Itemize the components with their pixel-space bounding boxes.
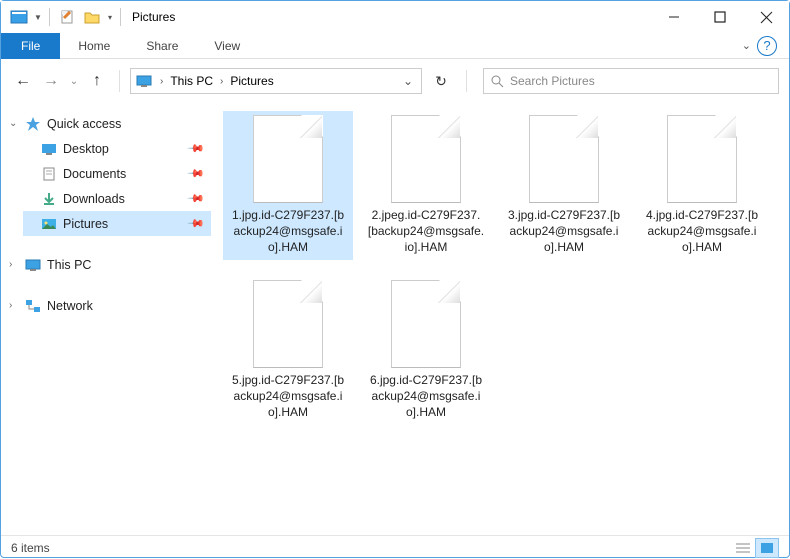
network-icon <box>25 298 41 314</box>
file-icon <box>529 115 599 203</box>
details-view-button[interactable] <box>731 538 755 558</box>
sidebar-item-label: Pictures <box>63 217 108 231</box>
file-item[interactable]: 2.jpeg.id-C279F237.[backup24@msgsafe.io]… <box>361 111 491 260</box>
navigation-pane: ⌄ Quick access Desktop 📌 Documents 📌 Dow… <box>1 105 215 535</box>
tab-home[interactable]: Home <box>60 33 128 59</box>
pin-icon: 📌 <box>187 164 206 183</box>
sidebar-item-desktop[interactable]: Desktop 📌 <box>23 136 211 161</box>
status-bar: 6 items <box>1 535 789 559</box>
tab-share[interactable]: Share <box>128 33 196 59</box>
breadcrumb-dropdown[interactable]: ⌄ <box>403 74 417 88</box>
file-icon <box>253 115 323 203</box>
ribbon: File Home Share View ⌄ ? <box>1 33 789 59</box>
file-label: 3.jpg.id-C279F237.[backup24@msgsafe.io].… <box>503 207 625 256</box>
file-item[interactable]: 1.jpg.id-C279F237.[backup24@msgsafe.io].… <box>223 111 353 260</box>
sidebar-item-label: This PC <box>47 258 91 272</box>
file-icon <box>253 280 323 368</box>
large-icons-view-button[interactable] <box>755 538 779 558</box>
address-bar-row: ← → ⌄ ↑ › This PC › Pictures ⌄ ↻ Search … <box>1 63 789 99</box>
file-icon <box>391 280 461 368</box>
new-folder-icon[interactable] <box>80 5 104 29</box>
main-area: ⌄ Quick access Desktop 📌 Documents 📌 Dow… <box>1 105 789 535</box>
app-icon[interactable] <box>7 5 31 29</box>
file-label: 2.jpeg.id-C279F237.[backup24@msgsafe.io]… <box>365 207 487 256</box>
sidebar-item-label: Downloads <box>63 192 125 206</box>
back-button[interactable]: ← <box>11 69 35 93</box>
divider <box>466 70 467 92</box>
divider <box>49 8 50 26</box>
up-button[interactable]: ↑ <box>85 69 109 93</box>
sidebar-item-pictures[interactable]: Pictures 📌 <box>23 211 211 236</box>
title-bar: ▼ ▾ Pictures <box>1 1 789 33</box>
file-icon <box>391 115 461 203</box>
chevron-right-icon[interactable]: › <box>217 76 226 87</box>
tab-view[interactable]: View <box>196 33 258 59</box>
sidebar-quick-access[interactable]: ⌄ Quick access <box>23 111 211 136</box>
qat-customize-dropdown[interactable]: ▾ <box>105 5 115 29</box>
view-toggles <box>731 538 779 558</box>
file-label: 5.jpg.id-C279F237.[backup24@msgsafe.io].… <box>227 372 349 421</box>
search-input[interactable]: Search Pictures <box>483 68 779 94</box>
expand-ribbon-button[interactable]: ⌄ <box>742 39 751 52</box>
sidebar-item-downloads[interactable]: Downloads 📌 <box>23 186 211 211</box>
breadcrumb[interactable]: › This PC › Pictures ⌄ <box>130 68 422 94</box>
pin-icon: 📌 <box>187 189 206 208</box>
pictures-icon <box>41 216 57 232</box>
minimize-button[interactable] <box>651 2 697 32</box>
file-label: 6.jpg.id-C279F237.[backup24@msgsafe.io].… <box>365 372 487 421</box>
qat-dropdown[interactable]: ▼ <box>32 5 44 29</box>
sidebar-item-label: Desktop <box>63 142 109 156</box>
properties-icon[interactable] <box>55 5 79 29</box>
sidebar-network[interactable]: › Network <box>23 293 211 318</box>
divider <box>120 8 121 26</box>
expand-icon[interactable]: › <box>9 300 12 311</box>
file-label: 4.jpg.id-C279F237.[backup24@msgsafe.io].… <box>641 207 763 256</box>
documents-icon <box>41 166 57 182</box>
forward-button[interactable]: → <box>39 69 63 93</box>
file-item[interactable]: 5.jpg.id-C279F237.[backup24@msgsafe.io].… <box>223 276 353 425</box>
divider <box>119 70 120 92</box>
downloads-icon <box>41 191 57 207</box>
item-count: 6 items <box>11 541 50 555</box>
pin-icon: 📌 <box>187 139 206 158</box>
expand-icon[interactable]: ⌄ <box>9 118 17 129</box>
file-item[interactable]: 6.jpg.id-C279F237.[backup24@msgsafe.io].… <box>361 276 491 425</box>
monitor-icon <box>25 257 41 273</box>
file-item[interactable]: 4.jpg.id-C279F237.[backup24@msgsafe.io].… <box>637 111 767 260</box>
file-icon <box>667 115 737 203</box>
sidebar-item-label: Quick access <box>47 117 121 131</box>
monitor-icon <box>135 72 153 90</box>
chevron-right-icon[interactable]: › <box>157 76 166 87</box>
breadcrumb-segment[interactable]: Pictures <box>226 74 277 88</box>
window-controls <box>651 2 789 32</box>
desktop-icon <box>41 141 57 157</box>
star-icon <box>25 116 41 132</box>
file-item[interactable]: 3.jpg.id-C279F237.[backup24@msgsafe.io].… <box>499 111 629 260</box>
recent-dropdown[interactable]: ⌄ <box>67 69 81 93</box>
file-label: 1.jpg.id-C279F237.[backup24@msgsafe.io].… <box>227 207 349 256</box>
breadcrumb-segment[interactable]: This PC <box>166 74 217 88</box>
sidebar-item-documents[interactable]: Documents 📌 <box>23 161 211 186</box>
refresh-button[interactable]: ↻ <box>426 68 456 94</box>
sidebar-item-label: Network <box>47 299 93 313</box>
sidebar-this-pc[interactable]: › This PC <box>23 252 211 277</box>
maximize-button[interactable] <box>697 2 743 32</box>
close-button[interactable] <box>743 2 789 32</box>
search-placeholder: Search Pictures <box>510 74 595 88</box>
quick-access-toolbar: ▼ ▾ Pictures <box>1 5 175 29</box>
search-icon <box>490 74 504 88</box>
file-tab[interactable]: File <box>1 33 60 59</box>
sidebar-item-label: Documents <box>63 167 126 181</box>
file-list[interactable]: 1.jpg.id-C279F237.[backup24@msgsafe.io].… <box>215 105 789 535</box>
expand-icon[interactable]: › <box>9 259 12 270</box>
pin-icon: 📌 <box>187 214 206 233</box>
window-title: Pictures <box>132 10 175 24</box>
help-button[interactable]: ? <box>757 36 777 56</box>
